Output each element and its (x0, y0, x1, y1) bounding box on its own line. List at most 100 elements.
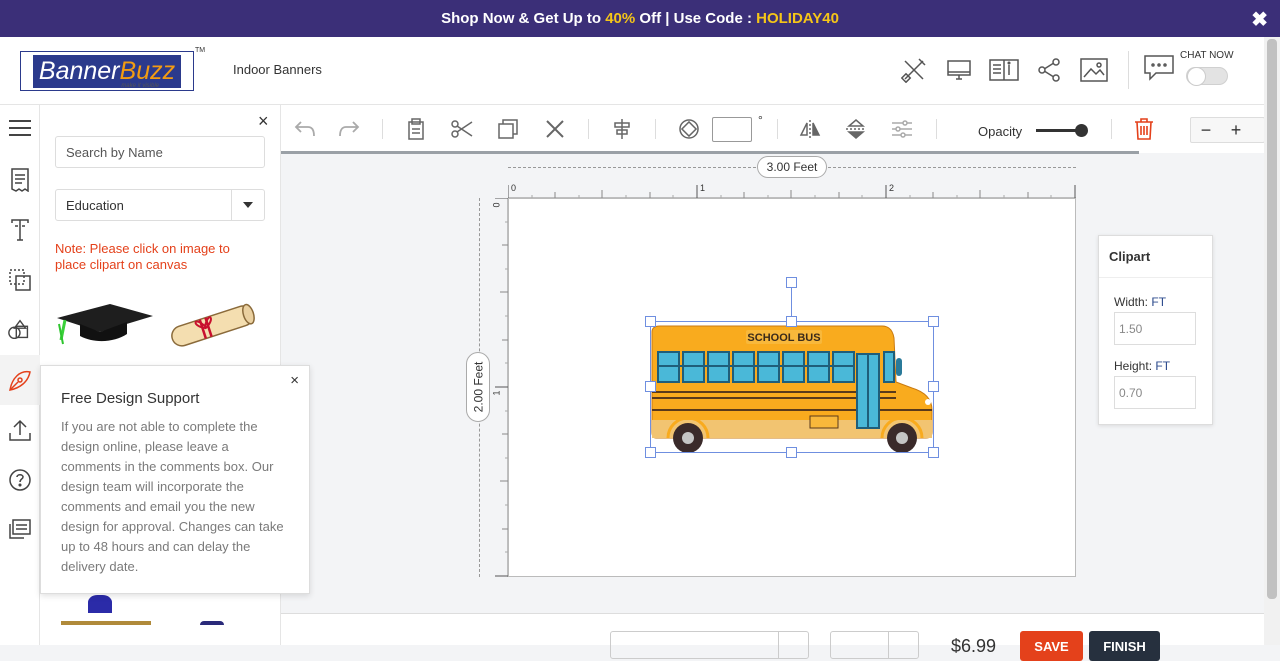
clipart-search-input[interactable] (55, 136, 265, 168)
partial-clipart-2[interactable] (61, 621, 151, 625)
rotation-input[interactable] (712, 117, 752, 142)
width-dimension-label: 3.00 Feet (757, 156, 827, 178)
header-icons (899, 55, 1124, 85)
chat-icon[interactable] (1142, 53, 1176, 88)
upload-icon[interactable] (7, 417, 33, 443)
rotate-icon[interactable] (677, 117, 701, 141)
promo-percent: 40% (605, 10, 636, 27)
chevron-down-icon (231, 190, 264, 220)
trademark: TM (195, 47, 206, 54)
resize-handle-ne[interactable] (928, 316, 939, 327)
background-icon[interactable] (7, 317, 33, 343)
height-unit: FT (1155, 359, 1171, 373)
degree-symbol: ° (758, 113, 763, 127)
footer-select-1[interactable] (610, 631, 809, 659)
width-label: Width: FT (1114, 295, 1166, 309)
category-select[interactable]: Education (55, 189, 265, 221)
resize-handle-nw[interactable] (645, 316, 656, 327)
partial-clipart-3[interactable] (200, 621, 224, 625)
copy-icon[interactable] (496, 117, 520, 141)
flip-horizontal-icon[interactable] (798, 117, 822, 141)
comments-icon[interactable] (7, 517, 33, 543)
desktop-preview-icon[interactable] (944, 55, 974, 85)
height-label-text: Height: (1114, 359, 1153, 373)
template-icon[interactable] (7, 167, 33, 193)
toolbar-divider (1111, 119, 1112, 139)
finish-button[interactable]: FINISH (1089, 631, 1160, 661)
zoom-controls: − + (1190, 117, 1265, 143)
selection-box[interactable] (650, 321, 934, 453)
design-tools-icon[interactable] (899, 55, 929, 85)
graduation-cap-clipart[interactable] (55, 300, 155, 355)
logo-text-buzz: Buzz (119, 56, 176, 85)
resize-handle-w[interactable] (645, 381, 656, 392)
save-button[interactable]: SAVE (1020, 631, 1083, 661)
diploma-scroll-clipart[interactable] (162, 300, 262, 355)
align-center-icon[interactable] (610, 117, 634, 141)
page-title: Indoor Banners (233, 62, 322, 77)
footer-select-2[interactable] (830, 631, 919, 659)
promo-middle: Off | Use Code : (635, 10, 757, 27)
rotate-handle[interactable] (786, 277, 797, 288)
text-tool-icon[interactable] (7, 217, 33, 243)
top-ruler-label: 2 (889, 183, 895, 193)
opacity-slider-knob[interactable] (1075, 124, 1088, 137)
logo-tagline: make it visible (121, 83, 159, 89)
paste-icon[interactable] (405, 117, 429, 141)
specs-icon[interactable] (989, 55, 1019, 85)
popup-close-button[interactable]: × (290, 372, 299, 389)
toolbar-progress-bar (281, 151, 1139, 154)
share-icon[interactable] (1034, 55, 1064, 85)
flip-vertical-icon[interactable] (844, 117, 868, 141)
delete-x-icon[interactable] (543, 117, 567, 141)
trash-icon[interactable] (1132, 117, 1156, 141)
promo-prefix: Shop Now & Get Up to (441, 10, 606, 27)
editor-toolbar: ° Opacity − + (281, 105, 1265, 154)
height-dimension-label: 2.00 Feet (466, 352, 490, 422)
width-label-text: Width: (1114, 295, 1149, 309)
zoom-out-button[interactable]: − (1191, 118, 1221, 142)
menu-icon[interactable] (7, 115, 33, 141)
zoom-in-button[interactable]: + (1221, 118, 1251, 142)
top-ruler-label: 1 (700, 183, 706, 193)
resize-handle-s[interactable] (786, 447, 797, 458)
undo-icon[interactable] (293, 117, 317, 141)
image-icon[interactable] (1079, 55, 1109, 85)
partial-clipart-1[interactable] (88, 595, 112, 613)
clipart-properties-panel: Clipart Width: FT 1.50 Height: FT 0.70 (1098, 235, 1213, 425)
resize-handle-e[interactable] (928, 381, 939, 392)
resize-handle-sw[interactable] (645, 447, 656, 458)
opacity-slider[interactable] (1036, 124, 1088, 137)
popup-title: Free Design Support (61, 390, 200, 407)
popup-body: If you are not able to complete the desi… (61, 419, 284, 574)
cut-icon[interactable] (450, 117, 474, 141)
toolbar-divider (936, 119, 937, 139)
help-icon[interactable] (7, 467, 33, 493)
redo-icon[interactable] (337, 117, 361, 141)
left-ruler-label: 1 (491, 390, 502, 396)
clipart-icon[interactable] (7, 367, 33, 393)
resize-handle-n[interactable] (786, 316, 797, 327)
toolbar-divider (655, 119, 656, 139)
logo[interactable]: Banner Buzz make it visible (20, 51, 194, 91)
promo-banner: Shop Now & Get Up to 40% Off | Use Code … (0, 0, 1280, 37)
toolbar-divider (777, 119, 778, 139)
category-select-value: Education (66, 197, 124, 213)
chat-toggle[interactable] (1186, 67, 1228, 86)
clipart-panel-divider (1099, 277, 1212, 278)
width-input[interactable]: 1.50 (1114, 312, 1196, 345)
shapes-icon[interactable] (7, 267, 33, 293)
page-scrollbar[interactable] (1264, 37, 1280, 645)
sidebar-close-button[interactable]: × (258, 111, 269, 132)
resize-handle-se[interactable] (928, 447, 939, 458)
left-tool-rail (0, 105, 40, 645)
scrollbar-thumb[interactable] (1267, 39, 1277, 599)
header-divider (1128, 51, 1129, 89)
height-label: Height: FT (1114, 359, 1170, 373)
promo-code: HOLIDAY40 (756, 10, 839, 27)
height-input[interactable]: 0.70 (1114, 376, 1196, 409)
promo-close-button[interactable]: ✖ (1251, 7, 1268, 32)
footer-bar: $6.99 SAVE FINISH (281, 613, 1264, 661)
adjustments-icon[interactable] (890, 117, 914, 141)
top-ruler: 0 1 2 (507, 181, 1076, 199)
